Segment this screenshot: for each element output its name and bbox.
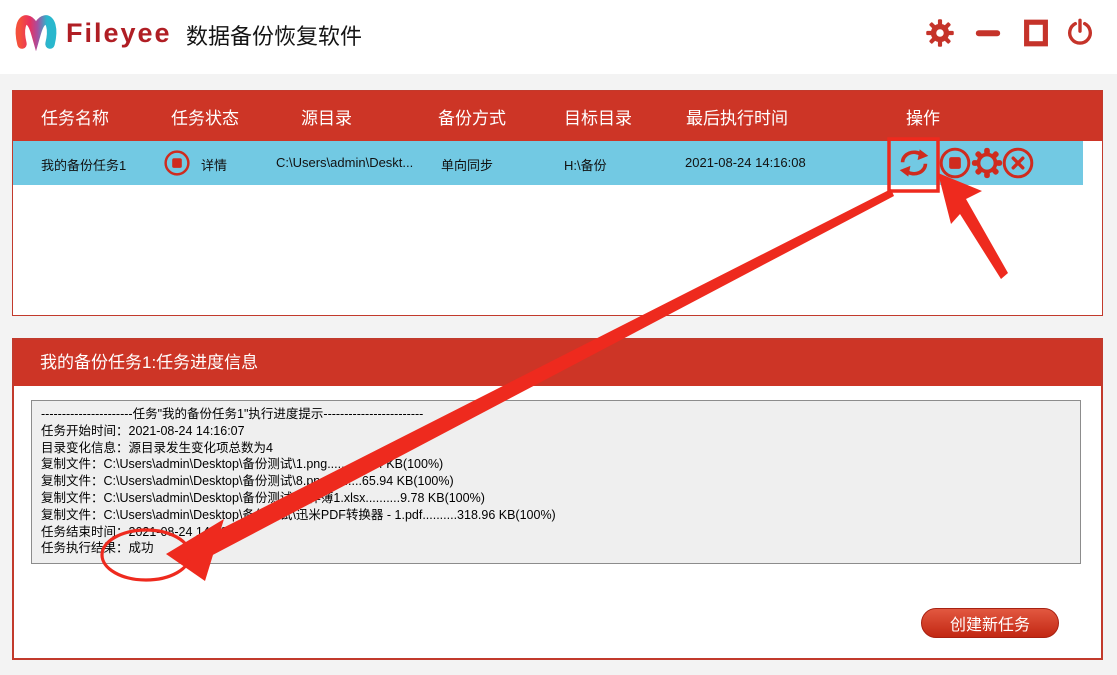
stop-task-icon[interactable] <box>938 146 972 180</box>
log-line: ----------------------任务"我的备份任务1"执行进度提示-… <box>41 407 424 421</box>
log-line: 目录变化信息：源目录发生变化项总数为4 <box>41 440 273 455</box>
column-target-dir: 目标目录 <box>564 109 632 128</box>
column-source-dir: 源目录 <box>301 109 352 128</box>
create-task-button[interactable]: 创建新任务 <box>921 608 1059 638</box>
power-close-icon[interactable] <box>1065 18 1095 48</box>
fileyee-logo-icon <box>15 15 57 52</box>
delete-task-icon[interactable] <box>1001 146 1035 180</box>
progress-panel: 我的备份任务1:任务进度信息 ----------------------任务"… <box>12 338 1103 660</box>
log-line: 复制文件：C:\Users\admin\Desktop\备份测试\1.png..… <box>41 457 444 472</box>
task-detail-link[interactable]: 详情 <box>201 155 227 174</box>
column-task-status: 任务状态 <box>171 109 239 128</box>
column-operations: 操作 <box>906 109 940 128</box>
status-stop-icon <box>164 150 190 176</box>
app-title: 数据备份恢复软件 <box>186 24 363 49</box>
progress-log-box[interactable]: ----------------------任务"我的备份任务1"执行进度提示-… <box>31 400 1081 564</box>
settings-gear-icon[interactable] <box>925 18 955 48</box>
app-window: Fileyee 数据备份恢复软件 任务名称 任务状态 源目录 备份方式 目标目录… <box>0 0 1117 675</box>
last-run-time-value: 2021-08-24 14:16:08 <box>685 155 806 170</box>
backup-method-value: 单向同步 <box>441 158 494 173</box>
log-line: 任务执行结果：成功 <box>41 541 154 556</box>
table-row[interactable]: 我的备份任务1 详情 C:\Users\admin\Deskt... 单向同步 … <box>13 141 1083 185</box>
task-table-panel: 任务名称 任务状态 源目录 备份方式 目标目录 最后执行时间 操作 我的备份任务… <box>12 90 1103 316</box>
task-settings-gear-icon[interactable] <box>970 146 1004 180</box>
log-line: 复制文件：C:\Users\admin\Desktop\备份测试\8.png..… <box>41 474 454 489</box>
minimize-icon[interactable] <box>973 18 1003 48</box>
table-header-row: 任务名称 任务状态 源目录 备份方式 目标目录 最后执行时间 操作 <box>13 91 1102 141</box>
log-line: 复制文件：C:\Users\admin\Desktop\备份测试\工作簿1.xl… <box>41 490 485 505</box>
target-dir-value: H:\备份 <box>564 158 607 173</box>
log-line: 任务开始时间：2021-08-24 14:16:07 <box>41 423 245 438</box>
run-sync-icon[interactable] <box>891 148 937 178</box>
title-bar: Fileyee 数据备份恢复软件 <box>0 0 1117 74</box>
progress-panel-title: 我的备份任务1:任务进度信息 <box>14 340 1101 386</box>
source-dir-value: C:\Users\admin\Deskt... <box>276 155 414 170</box>
column-backup-method: 备份方式 <box>438 109 506 128</box>
maximize-icon[interactable] <box>1021 18 1051 48</box>
log-line: 复制文件：C:\Users\admin\Desktop\备份测试\迅米PDF转换… <box>41 507 556 522</box>
column-task-name: 任务名称 <box>41 109 109 128</box>
column-last-run-time: 最后执行时间 <box>686 109 788 128</box>
log-line: 任务结束时间：2021-08-24 14:16:08 <box>41 524 245 539</box>
brand-name: Fileyee <box>66 18 172 48</box>
task-name: 我的备份任务1 <box>41 158 127 173</box>
